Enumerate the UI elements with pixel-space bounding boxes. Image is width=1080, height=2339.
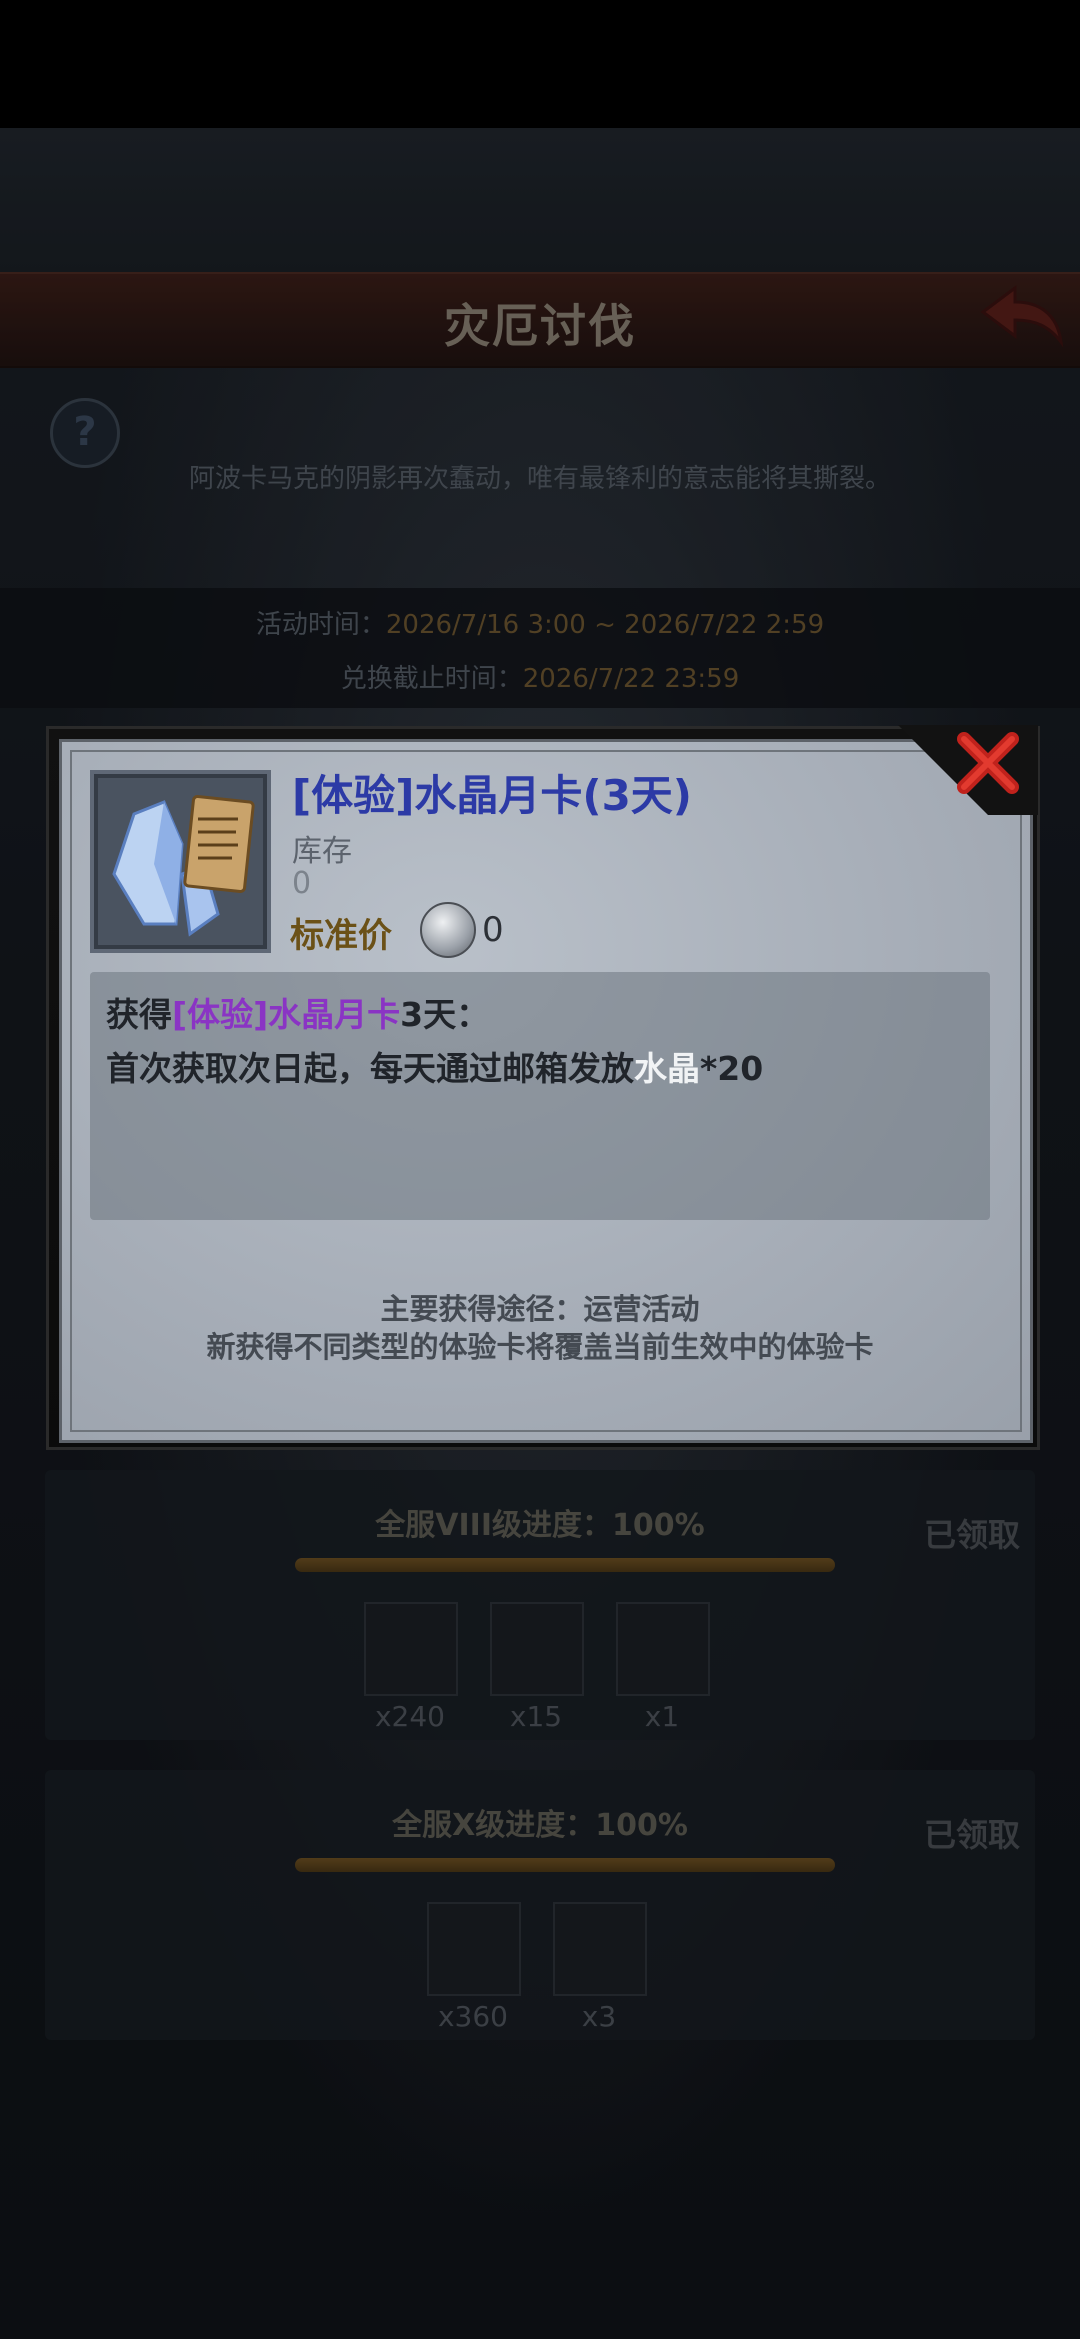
desc-item-highlight: [体验]水晶月卡 [172,995,401,1034]
item-icon-frame [90,770,271,953]
source-text: 主要获得途径：运营活动 [380,1292,700,1326]
silver-coin-icon [420,902,476,958]
price-label: 标准价 [290,916,392,956]
desc-item-highlight: 水晶 [634,1049,700,1088]
stock-value: 0 [292,866,312,901]
item-name: [体验]水晶月卡(3天) [292,771,693,820]
desc-text: 获得 [106,995,172,1034]
close-icon[interactable] [888,725,1038,815]
desc-text: 3天： [400,995,490,1034]
crystal-card-icon [112,795,255,937]
description-line-2: 首次获取次日起，每天通过邮箱发放水晶*20 [106,1042,763,1090]
desc-text: 首次获取次日起，每天通过邮箱发放 [106,1049,634,1088]
price-value: 0 [482,910,504,950]
stock-label: 库存 [292,834,352,869]
description-line-1: 获得[体验]水晶月卡3天： [106,988,489,1036]
desc-text: *20 [700,1049,764,1088]
note-text: 新获得不同类型的体验卡将覆盖当前生效中的体验卡 [206,1330,874,1364]
